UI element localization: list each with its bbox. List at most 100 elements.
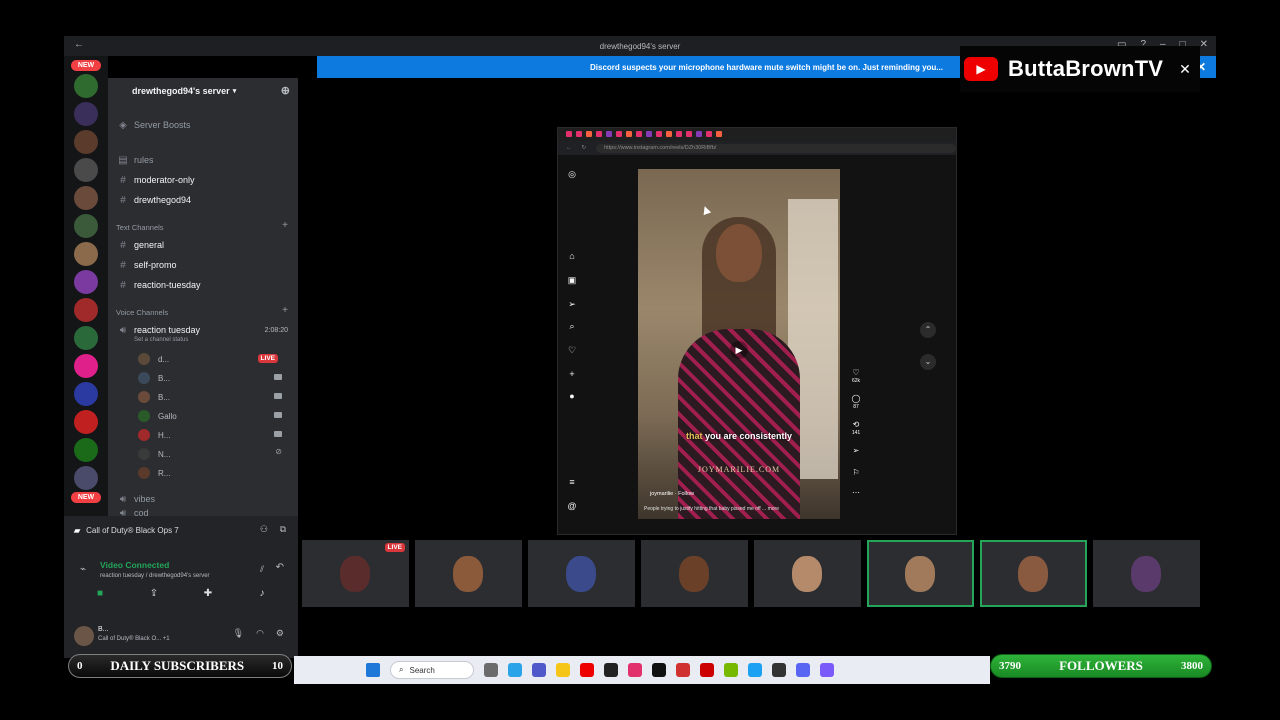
voice-user[interactable]: d... LIVE (138, 351, 288, 367)
channel-rules[interactable]: ▤ rules (108, 151, 298, 169)
discord-icon[interactable] (796, 663, 810, 677)
browser-tab[interactable] (696, 131, 702, 137)
windows-start-icon[interactable] (366, 663, 380, 677)
close-window-icon[interactable]: ✕ (1200, 39, 1208, 50)
microphone-icon[interactable]: 🎙︎ (233, 628, 244, 639)
obs-icon[interactable] (652, 663, 666, 677)
avatar[interactable] (74, 626, 94, 646)
video-tile[interactable] (415, 540, 522, 607)
messages-icon[interactable]: ➢ (566, 298, 578, 310)
video-tile[interactable] (754, 540, 861, 607)
invite-icon[interactable]: ⚇ (260, 524, 268, 535)
share-screen-button[interactable]: ⇪ (146, 588, 162, 602)
address-bar[interactable]: https://www.instagram.com/reels/DZh30RiB… (596, 143, 956, 153)
voice-user[interactable]: B... (138, 389, 288, 405)
close-icon[interactable]: ✕ (1179, 61, 1191, 78)
reel-username[interactable]: joymarilie · Follow (650, 491, 694, 497)
like-icon[interactable]: ♡ (850, 368, 862, 377)
app-icon[interactable] (772, 663, 786, 677)
task-view-icon[interactable] (484, 663, 498, 677)
tiktok-icon[interactable] (628, 663, 642, 677)
more-icon[interactable]: ⋯ (850, 488, 862, 497)
browser-tab[interactable] (646, 131, 652, 137)
voice-user[interactable]: Gallo (138, 408, 288, 424)
server-icon[interactable] (74, 354, 98, 378)
channel-self-promo[interactable]: # self-promo (108, 256, 298, 274)
back-icon[interactable]: ← (566, 145, 572, 151)
browser-tab[interactable] (656, 131, 662, 137)
voice-channel-vibes[interactable]: 🔊︎ vibes (108, 490, 298, 508)
video-tile[interactable] (1093, 540, 1200, 607)
voice-user[interactable]: N... ⊘ (138, 446, 288, 462)
screen-share-icon[interactable]: ⧉ (280, 524, 286, 535)
server-icon[interactable] (74, 382, 98, 406)
chrome-icon[interactable] (748, 663, 762, 677)
browser-tab[interactable] (676, 131, 682, 137)
server-icon[interactable] (74, 326, 98, 350)
app-icon[interactable] (676, 663, 690, 677)
youtube-app-icon[interactable] (580, 663, 594, 677)
bookmark-icon[interactable]: ⚐ (850, 468, 862, 477)
browser-tab[interactable] (566, 131, 572, 137)
server-icon[interactable] (74, 186, 98, 210)
server-icon[interactable] (74, 214, 98, 238)
channel-status-hint[interactable]: Set a channel status (134, 337, 188, 343)
channel-general[interactable]: # general (108, 236, 298, 254)
soundboard-button[interactable]: ♪ (254, 588, 270, 602)
server-boosts-item[interactable]: ◈ Server Boosts (108, 116, 298, 134)
file-explorer-icon[interactable] (556, 663, 570, 677)
video-tile[interactable] (641, 540, 748, 607)
browser-tab[interactable] (626, 131, 632, 137)
add-member-icon[interactable]: ⊕ (281, 84, 290, 97)
browser-tab[interactable] (596, 131, 602, 137)
back-arrow-icon[interactable]: ← (74, 39, 84, 50)
browser-tab[interactable] (636, 131, 642, 137)
add-channel-icon[interactable]: + (282, 305, 288, 316)
camera-button[interactable]: ■ (92, 588, 108, 602)
browser-tab[interactable] (716, 131, 722, 137)
search-icon[interactable]: ⌕ (566, 320, 578, 332)
edge-icon[interactable] (508, 663, 522, 677)
voice-user[interactable]: B... (138, 370, 288, 386)
server-icon[interactable] (74, 158, 98, 182)
server-icon[interactable] (74, 438, 98, 462)
server-icon[interactable] (74, 102, 98, 126)
comment-icon[interactable]: ◯ (850, 394, 862, 403)
video-tile[interactable]: LIVE (302, 540, 409, 607)
app-icon[interactable] (820, 663, 834, 677)
profile-icon[interactable]: ● (566, 390, 578, 402)
video-tile[interactable] (867, 540, 974, 607)
create-icon[interactable]: + (566, 368, 578, 380)
channel-drewthegod94[interactable]: # drewthegod94 (108, 191, 298, 209)
server-icon[interactable] (74, 74, 98, 98)
heart-icon[interactable]: ♡ (566, 344, 578, 356)
browser-tab[interactable] (666, 131, 672, 137)
server-icon[interactable] (74, 410, 98, 434)
channel-moderator-only[interactable]: # moderator-only (108, 171, 298, 189)
previous-reel-icon[interactable]: ⌃ (920, 322, 936, 338)
app-icon[interactable] (700, 663, 714, 677)
home-icon[interactable]: ⌂ (566, 250, 578, 262)
teams-icon[interactable] (532, 663, 546, 677)
send-icon[interactable]: ➢ (850, 446, 862, 455)
nvidia-icon[interactable] (724, 663, 738, 677)
disconnect-icon[interactable]: ↶ (276, 562, 284, 573)
browser-tab[interactable] (616, 131, 622, 137)
browser-tab[interactable] (706, 131, 712, 137)
voice-channels-category[interactable]: Voice Channels (116, 308, 168, 317)
menu-icon[interactable]: ≡ (566, 476, 578, 488)
connection-status[interactable]: Video Connected (100, 560, 169, 570)
browser-tab[interactable] (576, 131, 582, 137)
server-icon[interactable] (74, 242, 98, 266)
server-icon[interactable] (74, 130, 98, 154)
channel-reaction-tuesday[interactable]: # reaction-tuesday (108, 276, 298, 294)
add-channel-icon[interactable]: + (282, 220, 288, 231)
browser-tab[interactable] (606, 131, 612, 137)
server-icon[interactable] (74, 270, 98, 294)
noise-suppression-icon[interactable]: ⫽ (260, 564, 264, 575)
headphones-icon[interactable]: ◠ (256, 628, 264, 639)
voice-user[interactable]: H... (138, 427, 288, 443)
server-icon[interactable] (74, 298, 98, 322)
reel-video[interactable]: ▶ that you are consistently JOYMARILIE.C… (638, 169, 840, 519)
instagram-logo-icon[interactable]: ◎ (566, 168, 578, 180)
